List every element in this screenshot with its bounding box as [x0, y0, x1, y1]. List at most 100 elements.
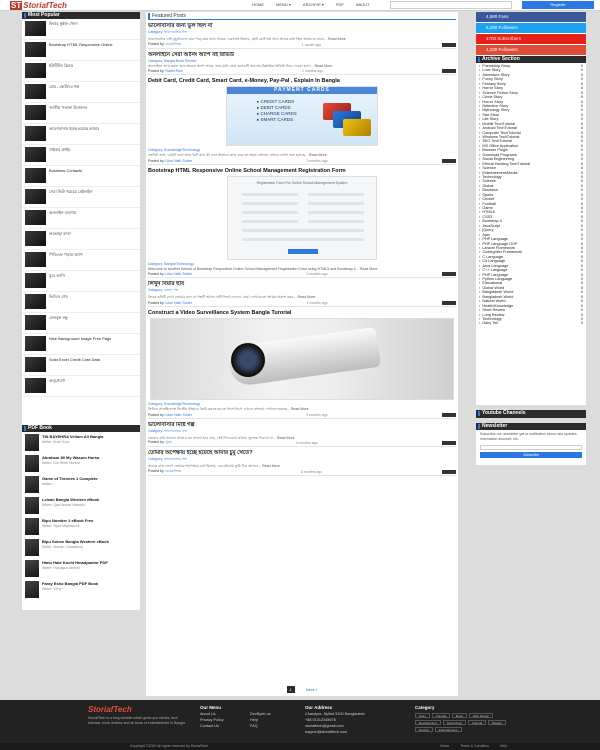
footer-tag[interactable]: Web Design [468, 713, 494, 718]
post-thumbnail[interactable] [25, 357, 46, 372]
popular-post-title[interactable]: শুভেচ্ছা বার্তা [49, 231, 71, 247]
book-title[interactable]: Game of Thrones 1 Complete [42, 476, 98, 481]
share-button[interactable] [441, 42, 456, 47]
book-title[interactable]: Bipu Number 2 eBook Free [42, 518, 93, 523]
book-cover[interactable] [25, 476, 39, 493]
post-title[interactable]: তোমার অপেক্ষায় ইচ্ছে হয়েছে আমার চুমু খ… [148, 450, 456, 456]
post-category[interactable]: Category: Bangla/Technology [148, 262, 456, 266]
subscribe-button[interactable]: Subscribe [480, 452, 582, 458]
share-button[interactable] [441, 412, 456, 417]
list-item[interactable]: Nice Background Image Free Page [22, 334, 140, 355]
popular-post-title[interactable]: পিডিএফ পড়ার অ্যাপ [49, 252, 83, 268]
book-cover[interactable] [25, 434, 39, 451]
list-item[interactable]: Himu Hate Kochi Hmadpantor PDF Writer: Hu… [22, 558, 140, 579]
post-title[interactable]: Construct a Video Surveillance System Ba… [148, 310, 456, 316]
page-next[interactable]: Next » [306, 687, 318, 692]
footer-tag[interactable]: Technology [442, 720, 466, 725]
post-thumbnail[interactable] [25, 294, 46, 309]
post-thumbnail[interactable] [25, 210, 46, 225]
popular-post-title[interactable]: অনুপ্রেরণা [49, 378, 65, 394]
post-thumbnail[interactable] [25, 63, 46, 78]
post-thumbnail[interactable] [25, 189, 46, 204]
surveillance-camera-image[interactable] [150, 317, 454, 400]
popular-post-title[interactable]: ভালোবাসার ইচ্ছে হয়েছে আমার [49, 126, 99, 142]
nav-home[interactable]: HOME [252, 2, 264, 7]
post-category[interactable]: Category: Knowledge/Technology [148, 148, 456, 152]
list-item[interactable]: ফেসবুক বন্ধু [22, 313, 140, 334]
share-button[interactable] [441, 272, 456, 277]
footer-logo[interactable]: StoriafTech [88, 705, 132, 714]
post-title[interactable]: Bootstrap HTML Responsive Online School … [148, 168, 456, 174]
book-cover[interactable] [25, 539, 39, 556]
footer-tag[interactable]: Review [415, 727, 433, 732]
book-title[interactable]: Faray Esho Bangla PDF Book [42, 581, 98, 586]
footer-tag[interactable]: Story [415, 713, 431, 718]
post-thumbnail[interactable] [25, 231, 46, 246]
footer-tag[interactable]: Android [467, 720, 487, 725]
nav-pdf[interactable]: PDF [336, 2, 344, 7]
book-cover[interactable] [25, 560, 39, 577]
post-category[interactable]: Category: বাংলা গল্প [148, 288, 456, 294]
payment-cards-image[interactable]: PAYMENT CARDS ▸ CREDIT CARDS ▸ DEBIT CAR… [226, 86, 378, 147]
book-title[interactable]: Himu Hate Kochi Hmadpantor PDF [42, 560, 108, 565]
popular-post-title[interactable]: সেরা ভিউ খরচের মেইলাইন [49, 189, 93, 205]
nav-menu[interactable]: MENU ▾ [276, 2, 291, 7]
footer-tag[interactable]: Development [415, 720, 441, 725]
book-cover[interactable] [25, 581, 39, 598]
post-thumbnail[interactable] [25, 126, 46, 141]
popular-post-title[interactable]: Business Contacts [49, 168, 82, 184]
list-item[interactable]: Abraham 89 My Wasum Hursa Writer: Gio Rer… [22, 453, 140, 474]
list-item[interactable]: সেরা ভিউ খরচের মেইলাইন [22, 187, 140, 208]
registration-form-image[interactable]: Registration Form For Online School Mana… [227, 175, 377, 260]
post-thumbnail[interactable] [25, 378, 46, 393]
list-item[interactable]: Business Contacts [22, 166, 140, 187]
social-counter[interactable]: 4700 Subscribers [476, 34, 586, 44]
list-item[interactable]: Lelean Bangla Western eBook Writer: Qazi … [22, 495, 140, 516]
list-item[interactable]: ইউটিউব ফ্রিতে [22, 61, 140, 82]
list-item[interactable]: প্রেম - ছোটদের গল্প [22, 82, 140, 103]
popular-post-title[interactable]: ফিচার কুইজ খেলা [49, 21, 78, 37]
list-item[interactable]: Bipu Number 2 eBook Free Writer: Syed Muj… [22, 516, 140, 537]
share-button[interactable] [441, 158, 456, 163]
post-title[interactable]: অনলাইনে সেরা আর্নিং অ্যাপ বই রিভিউ [148, 52, 456, 58]
post-thumbnail[interactable] [25, 252, 46, 267]
list-item[interactable]: ভিডিও গেম [22, 292, 140, 313]
book-title[interactable]: Lelean Bangla Western eBook [42, 497, 99, 502]
book-title[interactable]: Bipu Sohne Bangla Western eBook [42, 539, 109, 544]
site-logo[interactable]: ST StoriafTech [10, 1, 67, 10]
register-button[interactable]: Register [522, 1, 594, 9]
list-item[interactable]: TIN BAYEHRA Vellum All Bangla Writer: Kus… [22, 432, 140, 453]
post-title[interactable]: Debit Card, Credit Card, Smart Card, e-M… [148, 78, 456, 84]
post-thumbnail[interactable] [25, 147, 46, 162]
footer-bottom-link[interactable]: Home [440, 744, 449, 748]
popular-post-title[interactable]: জাতীয় পতাকা উত্তোলন [49, 105, 87, 121]
footer-tag[interactable]: Entertainment [434, 727, 462, 732]
list-item[interactable]: ভালোবাসার ইচ্ছে হয়েছে আমার [22, 124, 140, 145]
post-category[interactable]: Category: ভালোবাসার গল্প [148, 457, 456, 463]
footer-link[interactable]: Contact Us [200, 723, 224, 729]
social-counter[interactable]: 4,980 Fans [476, 12, 586, 22]
share-button[interactable] [441, 300, 456, 305]
list-item[interactable]: Bootstrap HTML Responsive Online [22, 40, 140, 61]
popular-post-title[interactable]: অনলাইন ব্যবসায় [49, 210, 76, 226]
post-category[interactable]: Category: Knowledge/Technology [148, 402, 456, 406]
popular-post-title[interactable]: ঘুরে আসি [49, 273, 65, 289]
page-current[interactable]: 1 [286, 686, 295, 693]
popular-post-title[interactable]: ফেসবুক বন্ধু [49, 315, 68, 331]
nav-about[interactable]: ABOUT [356, 2, 370, 7]
list-item[interactable]: পিডিএফ পড়ার অ্যাপ [22, 250, 140, 271]
share-button[interactable] [442, 441, 456, 446]
post-thumbnail[interactable] [25, 336, 46, 351]
popular-post-title[interactable]: Solid Excel Credit Card Data [49, 357, 100, 373]
footer-tag[interactable]: Bangla [488, 720, 506, 725]
popular-post-title[interactable]: Bootstrap HTML Responsive Online [49, 42, 113, 58]
archive-item[interactable]: ▪ Dairy Tell 0 [479, 321, 583, 325]
popular-post-title[interactable]: প্রেম - ছোটদের গল্প [49, 84, 79, 100]
list-item[interactable]: Faray Esho Bangla PDF Book Writer: হুমায়… [22, 579, 140, 600]
social-counter[interactable]: 5,280 Followers [476, 23, 586, 33]
footer-bottom-link[interactable]: Terms & Condition [460, 744, 489, 748]
post-title[interactable]: ভালোবাসার জন্য ভুল ছিল না [148, 23, 456, 29]
post-thumbnail[interactable] [25, 84, 46, 99]
post-title[interactable]: লিখুন বিয়ার ছবি [148, 281, 456, 287]
post-category[interactable]: Category: ভালোবাসার গল্প [148, 30, 456, 36]
